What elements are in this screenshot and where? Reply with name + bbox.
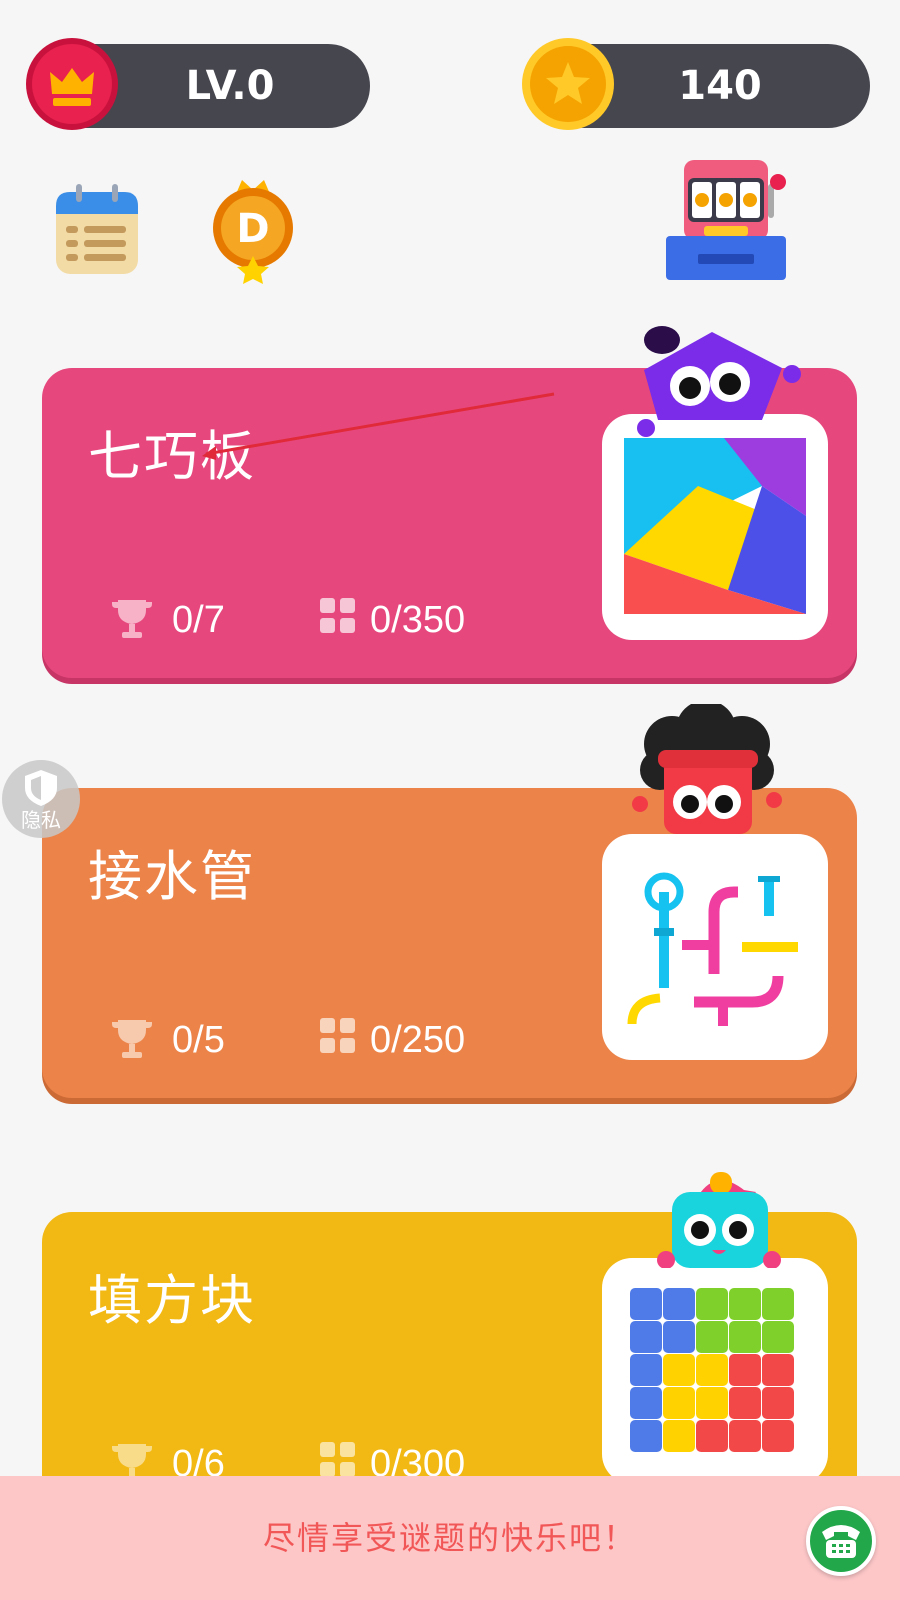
blocks-thumbnail	[602, 1258, 828, 1484]
block-cell	[696, 1321, 728, 1353]
privacy-label: 隐私	[21, 808, 61, 832]
block-cell	[630, 1420, 662, 1452]
block-cell	[762, 1354, 794, 1386]
levels-count: 0/250	[370, 1019, 466, 1061]
trophy-icon	[112, 1020, 152, 1058]
block-cell	[663, 1420, 695, 1452]
trophy-count: 0/7	[172, 599, 225, 641]
block-cell	[729, 1321, 761, 1353]
slot-machine-icon[interactable]	[664, 158, 792, 282]
block-cell	[630, 1354, 662, 1386]
block-cell	[729, 1420, 761, 1452]
block-cell	[762, 1420, 794, 1452]
tangram-thumbnail	[602, 414, 828, 640]
block-cell	[663, 1321, 695, 1353]
block-cell	[663, 1387, 695, 1419]
privacy-button[interactable]: 隐私	[2, 760, 80, 838]
pipes-thumbnail	[602, 834, 828, 1060]
block-cell	[762, 1387, 794, 1419]
level-label: LV.0	[185, 63, 275, 109]
grid-icon	[320, 598, 355, 633]
footer-message: 尽情享受谜题的快乐吧！	[262, 1519, 637, 1557]
game-title: 接水管	[88, 845, 256, 908]
phone-icon[interactable]	[806, 1506, 876, 1576]
block-cell	[630, 1321, 662, 1353]
purple-mascot	[632, 324, 802, 444]
trophy-count: 0/5	[172, 1019, 225, 1061]
block-cell	[663, 1288, 695, 1320]
block-cell	[696, 1288, 728, 1320]
block-cell	[663, 1354, 695, 1386]
star-coin-icon[interactable]	[522, 38, 614, 130]
block-cell	[696, 1354, 728, 1386]
cyan-cap-mascot	[652, 1168, 782, 1269]
block-cell	[729, 1354, 761, 1386]
red-afro-mascot	[632, 700, 782, 834]
grid-icon	[320, 1442, 355, 1477]
shield-icon	[25, 770, 57, 806]
block-cell	[696, 1387, 728, 1419]
block-cell	[729, 1387, 761, 1419]
trophy-icon	[112, 600, 152, 638]
block-cell	[696, 1420, 728, 1452]
block-cell	[630, 1387, 662, 1419]
medal-letter: D	[236, 206, 269, 252]
coin-count: 140	[678, 63, 762, 109]
footer-banner: 尽情享受谜题的快乐吧！	[0, 1476, 900, 1600]
block-cell	[729, 1288, 761, 1320]
levels-count: 0/350	[370, 599, 466, 641]
block-cell	[630, 1288, 662, 1320]
block-cell	[762, 1288, 794, 1320]
game-card-tangram[interactable]: 七巧板 0/7 0/350	[42, 326, 857, 678]
game-card-pipes[interactable]: 接水管 0/5 0/250	[42, 700, 857, 1098]
d-medal-icon[interactable]: D	[210, 172, 296, 284]
block-cell	[762, 1321, 794, 1353]
swipe-hint-line	[202, 392, 555, 460]
game-title: 填方块	[88, 1269, 256, 1332]
calendar-list-icon[interactable]	[54, 184, 140, 276]
grid-icon	[320, 1018, 355, 1053]
crown-icon[interactable]	[26, 38, 118, 130]
